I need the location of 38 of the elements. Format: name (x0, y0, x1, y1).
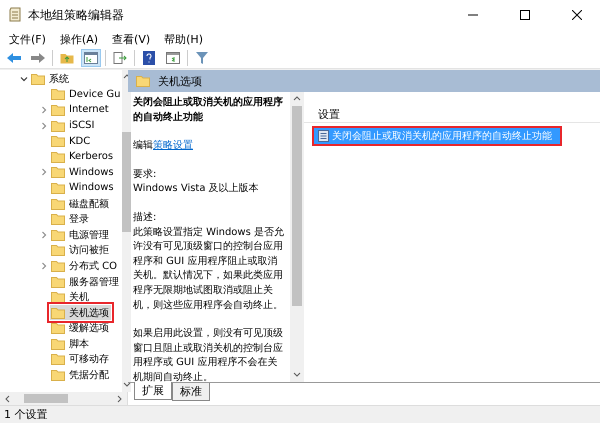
tree-item[interactable]: 关机选项 (50, 305, 111, 320)
header-title: 关机选项 (158, 74, 202, 88)
description-paragraph: 如果启用此设置，则没有可见顶级窗口且阻止或取消关机的控制台应用程序或 GUI 应用程序不会在关机期间自动终止。 (133, 327, 284, 382)
tree-item[interactable]: 服务器管理 (50, 274, 121, 290)
tree-item[interactable]: 电源管理 (50, 227, 111, 242)
menu-item[interactable]: 查看(V) (105, 30, 158, 48)
status-text: 1 个设置 (0, 405, 600, 423)
tree-item[interactable]: 脚本 (50, 336, 91, 352)
requirements-label: 要求: (133, 168, 158, 182)
column-header[interactable]: 设置 (304, 106, 600, 123)
window-title: 本地组策略编辑器 (28, 6, 125, 24)
tree-item[interactable]: 缓解选项 (50, 320, 111, 336)
view-tab[interactable]: 标准 (172, 383, 210, 401)
tree-item[interactable]: 凭据分配 (50, 368, 111, 383)
edit-prefix: 编辑 (133, 140, 153, 152)
policy-title: 关闭会阻止或取消关机的应用程序的自动终止功能 (133, 96, 284, 125)
menu-item[interactable]: 操作(A) (52, 30, 106, 48)
requirements-text: Windows Vista 及以上版本 (133, 182, 260, 196)
tree-item[interactable]: Windows (50, 180, 116, 196)
tree-item[interactable]: Internet (50, 102, 111, 118)
tree-item[interactable]: 系统 (30, 71, 71, 86)
tree-item[interactable]: Device Gu (50, 86, 122, 102)
menu-item[interactable]: 帮助(H) (157, 30, 210, 48)
tree-item[interactable]: 磁盘配额 (50, 196, 111, 212)
tree-item[interactable]: 可移动存 (50, 352, 111, 367)
description-paragraph: 此策略设置指定 Windows 是否允许没有可见顶级窗口的控制台应用程序和 GUI 应用程序阻止或取消关机。默认情况下，如果此类应用程序无限期地试图取消或阻止关机，则这些应用程序会自动终止。 (133, 226, 285, 313)
tree-item[interactable]: 关机 (50, 290, 91, 305)
tree-item[interactable]: 登录 (50, 212, 91, 227)
tree-item[interactable]: Kerberos (50, 149, 116, 164)
tree-item[interactable]: KDC (50, 134, 92, 149)
view-tab[interactable]: 扩展 (134, 382, 172, 400)
description-label: 描述: (133, 210, 158, 225)
tree-item[interactable]: iSCSI (50, 118, 96, 134)
menu-item[interactable]: 文件(F) (2, 30, 53, 48)
tree-item[interactable]: 访问被拒 (50, 242, 111, 258)
tree-item[interactable]: 分布式 CO (50, 258, 120, 274)
tree-item[interactable]: Windows (50, 164, 116, 180)
policy-settings-link[interactable]: 策略设置 (153, 140, 193, 152)
